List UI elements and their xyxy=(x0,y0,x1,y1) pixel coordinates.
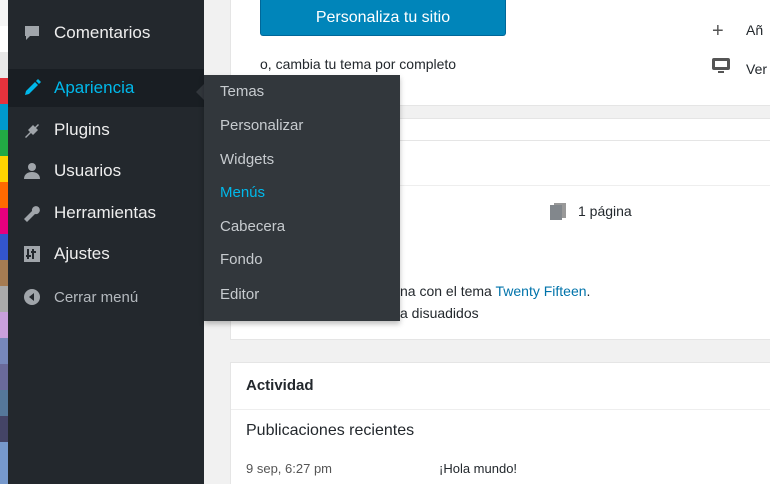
comment-icon xyxy=(22,23,42,43)
recent-posts-heading: Publicaciones recientes xyxy=(246,422,415,439)
appearance-submenu: Temas Personalizar Widgets Menús Cabecer… xyxy=(204,75,400,321)
color-swatch xyxy=(0,208,8,234)
sidebar-item-label: Plugins xyxy=(54,120,110,139)
color-swatch xyxy=(0,390,8,416)
color-swatch xyxy=(0,78,8,104)
color-swatch xyxy=(0,442,8,484)
sidebar-item-label: Apariencia xyxy=(54,78,135,97)
color-swatch xyxy=(0,130,8,156)
color-swatch xyxy=(0,26,8,52)
theme-info-prefix: na con el tema xyxy=(400,283,496,299)
color-swatch xyxy=(0,0,8,26)
search-engines-discouraged-link[interactable]: a disuadidos xyxy=(400,305,479,321)
post-date: 9 sep, 6:27 pm xyxy=(246,461,332,476)
sidebar-item-usuarios[interactable]: Usuarios xyxy=(8,152,204,190)
sidebar-item-comentarios[interactable]: Comentarios xyxy=(8,14,204,52)
submenu-item-fondo[interactable]: Fondo xyxy=(220,251,263,268)
admin-sidebar: Comentarios Apariencia Plugins Usuarios … xyxy=(8,0,204,484)
sidebar-item-label: Herramientas xyxy=(54,203,157,222)
submenu-item-cabecera[interactable]: Cabecera xyxy=(220,218,285,235)
sidebar-item-label: Usuarios xyxy=(54,161,122,180)
sidebar-item-apariencia[interactable]: Apariencia xyxy=(8,69,204,107)
sidebar-item-plugins[interactable]: Plugins xyxy=(8,111,204,149)
color-swatch xyxy=(0,364,8,390)
add-action-link[interactable]: Añ xyxy=(746,22,763,38)
submenu-item-personalizar[interactable]: Personalizar xyxy=(220,117,303,134)
color-swatch xyxy=(0,52,8,78)
color-strip xyxy=(0,0,8,484)
sidebar-item-label: Comentarios xyxy=(54,23,151,42)
sidebar-item-label: Cerrar menú xyxy=(54,288,139,306)
brush-icon xyxy=(22,78,42,98)
plus-icon: + xyxy=(712,20,724,42)
sidebar-item-herramientas[interactable]: Herramientas xyxy=(8,194,204,232)
color-swatch xyxy=(0,234,8,260)
customize-site-button[interactable]: Personaliza tu sitio xyxy=(260,0,506,36)
color-swatch xyxy=(0,338,8,364)
color-swatch xyxy=(0,286,8,312)
submenu-item-editor[interactable]: Editor xyxy=(220,286,259,303)
color-swatch xyxy=(0,416,8,442)
theme-info-suffix: . xyxy=(586,283,591,299)
post-link[interactable]: ¡Hola mundo! xyxy=(439,461,517,476)
change-theme-link[interactable]: o, cambia tu tema por completo xyxy=(260,56,456,72)
collapse-menu-button[interactable]: Cerrar menú xyxy=(8,278,204,316)
pages-icon xyxy=(549,202,567,223)
color-swatch xyxy=(0,104,8,130)
plugin-icon xyxy=(22,120,42,140)
theme-link[interactable]: Twenty Fifteen xyxy=(495,283,586,299)
collapse-icon xyxy=(22,287,42,307)
submenu-item-menus[interactable]: Menús xyxy=(220,184,265,201)
activity-title: Actividad xyxy=(246,377,314,394)
color-swatch xyxy=(0,260,8,286)
divider xyxy=(231,409,770,410)
users-icon xyxy=(22,161,42,181)
pages-count-link[interactable]: 1 página xyxy=(578,203,632,219)
wrench-icon xyxy=(22,203,42,223)
color-swatch xyxy=(0,156,8,182)
submenu-item-temas[interactable]: Temas xyxy=(220,83,264,100)
view-site-link[interactable]: Ver xyxy=(746,61,767,77)
view-site-icon xyxy=(712,58,730,77)
settings-icon xyxy=(22,244,42,264)
color-swatch xyxy=(0,182,8,208)
sidebar-item-label: Ajustes xyxy=(54,244,110,263)
theme-info-text: na con el tema Twenty Fifteen. xyxy=(400,283,590,299)
submenu-item-widgets[interactable]: Widgets xyxy=(220,151,274,168)
sidebar-item-ajustes[interactable]: Ajustes xyxy=(8,235,204,273)
color-swatch xyxy=(0,312,8,338)
